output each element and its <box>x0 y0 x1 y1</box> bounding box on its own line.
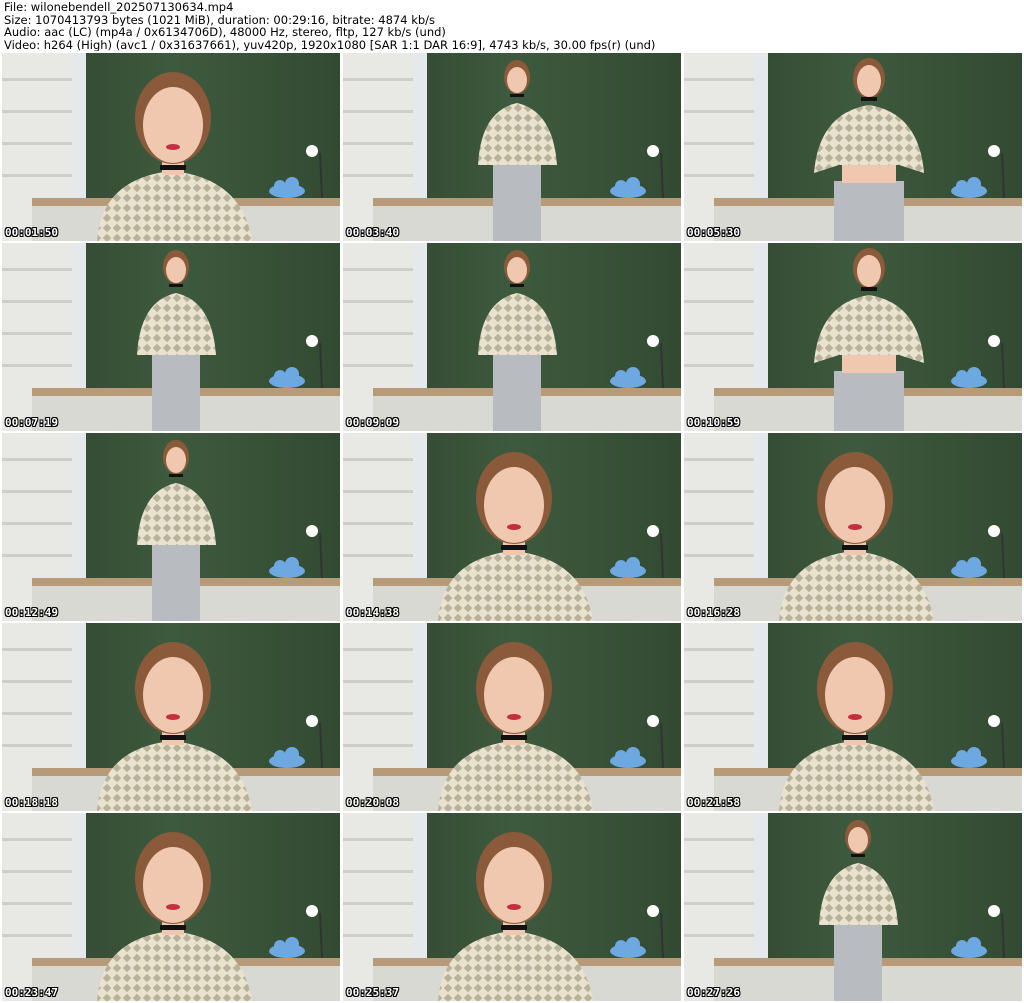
window-light <box>72 433 86 583</box>
window-light <box>754 623 768 773</box>
video-frame <box>684 623 1022 811</box>
thumbnail: 00:10:59 <box>684 243 1022 431</box>
video-frame <box>2 623 340 811</box>
timestamp-label: 00:12:49 <box>5 606 58 619</box>
thumbnail: 00:16:28 <box>684 433 1022 621</box>
window-light <box>413 243 427 393</box>
timestamp-label: 00:23:47 <box>5 986 58 999</box>
video-frame <box>343 813 681 1001</box>
timestamp-label: 00:03:40 <box>346 226 399 239</box>
thumbnail: 00:25:37 <box>343 813 681 1001</box>
timestamp-label: 00:01:50 <box>5 226 58 239</box>
window-light <box>413 623 427 773</box>
window-light <box>72 243 86 393</box>
thumbnail: 00:01:50 <box>2 53 340 241</box>
video-frame <box>343 53 681 241</box>
timestamp-label: 00:09:09 <box>346 416 399 429</box>
timestamp-label: 00:16:28 <box>687 606 740 619</box>
timestamp-label: 00:18:18 <box>5 796 58 809</box>
thumbnail-grid: 00:01:50 00:03:40 00:05:30 00:07:19 00:09:09… <box>2 53 1022 1001</box>
thumbnail: 00:21:58 <box>684 623 1022 811</box>
window-light <box>72 623 86 773</box>
window-light <box>754 53 768 203</box>
window-light <box>413 813 427 963</box>
window-light <box>72 813 86 963</box>
thumbnail: 00:07:19 <box>2 243 340 431</box>
thumbnail: 00:12:49 <box>2 433 340 621</box>
video-frame <box>684 53 1022 241</box>
thumbnail: 00:18:18 <box>2 623 340 811</box>
thumbnail: 00:05:30 <box>684 53 1022 241</box>
timestamp-label: 00:10:59 <box>687 416 740 429</box>
window-light <box>754 813 768 963</box>
thumbnail: 00:14:38 <box>343 433 681 621</box>
video-frame <box>684 813 1022 1001</box>
window-light <box>413 433 427 583</box>
file-info-header: File: wilonebendell_202507130634.mp4 Siz… <box>4 1 1020 51</box>
thumbnail: 00:03:40 <box>343 53 681 241</box>
window-light <box>754 243 768 393</box>
audio-line: Audio: aac (LC) (mp4a / 0x6134706D), 480… <box>4 26 446 39</box>
thumbnail: 00:09:09 <box>343 243 681 431</box>
timestamp-label: 00:21:58 <box>687 796 740 809</box>
video-frame <box>2 53 340 241</box>
video-frame <box>343 433 681 621</box>
thumbnail: 00:23:47 <box>2 813 340 1001</box>
video-frame <box>684 433 1022 621</box>
video-frame <box>684 243 1022 431</box>
window-light <box>413 53 427 203</box>
video-frame <box>343 243 681 431</box>
video-line: Video: h264 (High) (avc1 / 0x31637661), … <box>4 38 656 51</box>
video-frame <box>2 243 340 431</box>
timestamp-label: 00:05:30 <box>687 226 740 239</box>
video-frame <box>2 433 340 621</box>
video-frame <box>343 623 681 811</box>
timestamp-label: 00:25:37 <box>346 986 399 999</box>
timestamp-label: 00:20:08 <box>346 796 399 809</box>
thumbnail: 00:20:08 <box>343 623 681 811</box>
video-frame <box>2 813 340 1001</box>
window-light <box>72 53 86 203</box>
window-light <box>754 433 768 583</box>
timestamp-label: 00:07:19 <box>5 416 58 429</box>
timestamp-label: 00:14:38 <box>346 606 399 619</box>
thumbnail: 00:27:26 <box>684 813 1022 1001</box>
size-line: Size: 1070413793 bytes (1021 MiB), durat… <box>4 13 436 26</box>
file-name-line: File: wilonebendell_202507130634.mp4 <box>4 1 234 14</box>
timestamp-label: 00:27:26 <box>687 986 740 999</box>
